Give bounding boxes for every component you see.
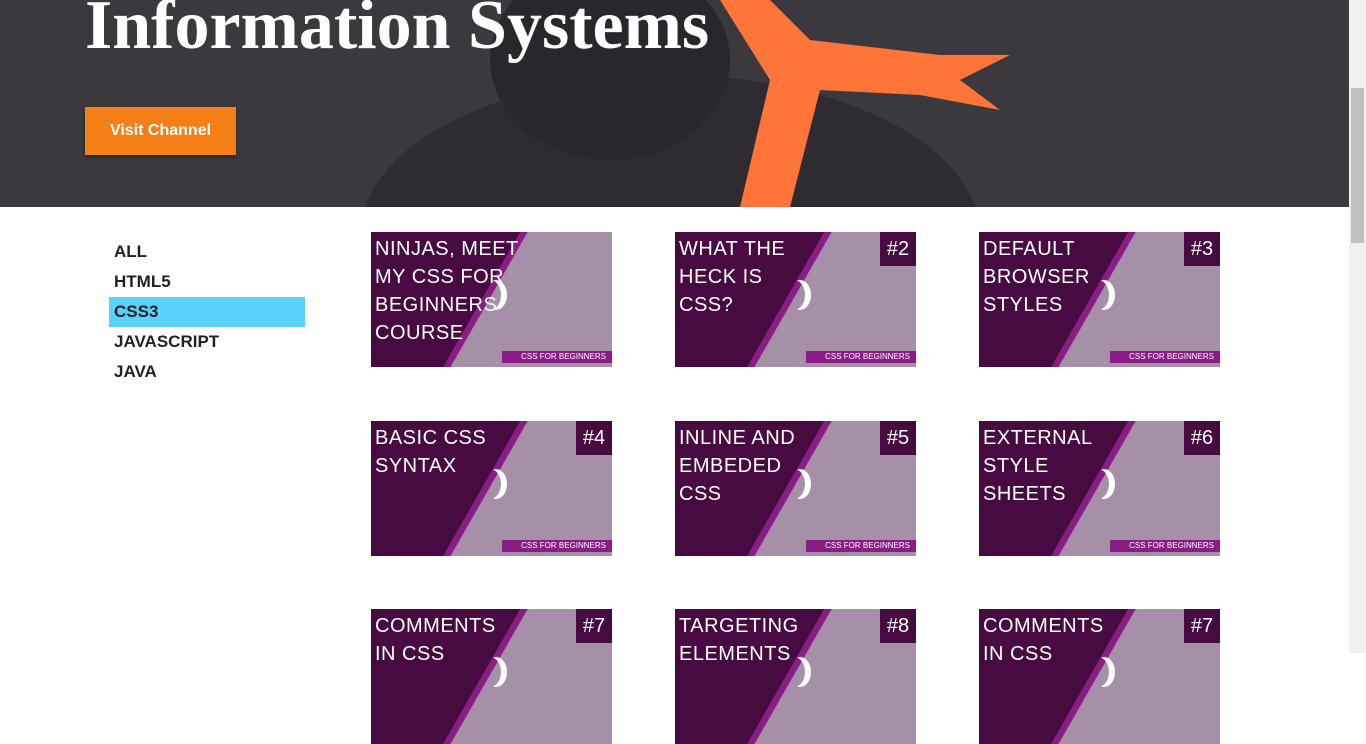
video-number: #8	[880, 609, 916, 643]
video-title: DEFAULT BROWSER STYLES	[983, 238, 1090, 316]
video-title: BASIC CSS SYNTAX	[375, 427, 487, 477]
category-sidebar: ALL HTML5 CSS3 JAVASCRIPT JAVA	[109, 237, 305, 387]
series-label: CSS FOR BEGINNERS	[1110, 540, 1220, 552]
video-title: EXTERNAL STYLE SHEETS	[983, 427, 1093, 505]
ninja-ribbon-icon	[720, 0, 1010, 207]
video-number: #7	[1184, 609, 1220, 643]
video-title: COMMENTS IN CSS	[375, 615, 496, 665]
ninja-logo-icon	[783, 280, 805, 310]
series-label: CSS FOR BEGINNERS	[502, 540, 612, 552]
video-thumbnail[interactable]: COMMENTS IN CSS #7	[371, 609, 612, 744]
page-title: Information Systems	[85, 0, 710, 64]
video-thumbnail[interactable]: TARGETING ELEMENTS #8	[675, 609, 916, 744]
series-label: CSS FOR BEGINNERS	[1110, 351, 1220, 363]
video-title: NINJAS, MEET MY CSS FOR BEGINNERS COURSE	[375, 238, 519, 344]
video-number: #5	[880, 421, 916, 455]
video-title: WHAT THE HECK IS CSS?	[679, 238, 786, 316]
hero-banner: Information Systems Visit Channel	[0, 0, 1349, 207]
series-label: CSS FOR BEGINNERS	[502, 351, 612, 363]
video-thumbnail[interactable]: NINJAS, MEET MY CSS FOR BEGINNERS COURSE…	[371, 232, 612, 367]
video-title: INLINE AND EMBEDED CSS	[679, 427, 796, 505]
video-thumbnail[interactable]: BASIC CSS SYNTAX #4 CSS FOR BEGINNERS	[371, 421, 612, 556]
visit-channel-button[interactable]: Visit Channel	[85, 107, 236, 155]
sidebar-item-javascript[interactable]: JAVASCRIPT	[109, 327, 305, 357]
video-number: #6	[1184, 421, 1220, 455]
video-number: #3	[1184, 232, 1220, 266]
video-title: TARGETING ELEMENTS	[679, 615, 799, 665]
scrollbar-thumb[interactable]	[1351, 88, 1364, 243]
video-number: #7	[576, 609, 612, 643]
video-thumbnail[interactable]: COMMENTS IN CSS #7	[979, 609, 1220, 744]
sidebar-item-css3[interactable]: CSS3	[109, 297, 305, 327]
video-thumbnail[interactable]: DEFAULT BROWSER STYLES #3 CSS FOR BEGINN…	[979, 232, 1220, 367]
video-number: #2	[880, 232, 916, 266]
video-number: #4	[576, 421, 612, 455]
video-thumbnail[interactable]: INLINE AND EMBEDED CSS #5 CSS FOR BEGINN…	[675, 421, 916, 556]
ninja-logo-icon	[1087, 280, 1109, 310]
series-label: CSS FOR BEGINNERS	[806, 540, 916, 552]
sidebar-item-html5[interactable]: HTML5	[109, 267, 305, 297]
sidebar-item-java[interactable]: JAVA	[109, 357, 305, 387]
sidebar-item-all[interactable]: ALL	[109, 237, 305, 267]
series-label: CSS FOR BEGINNERS	[806, 351, 916, 363]
video-title: COMMENTS IN CSS	[983, 615, 1104, 665]
video-thumbnail[interactable]: WHAT THE HECK IS CSS? #2 CSS FOR BEGINNE…	[675, 232, 916, 367]
video-thumbnail[interactable]: EXTERNAL STYLE SHEETS #6 CSS FOR BEGINNE…	[979, 421, 1220, 556]
